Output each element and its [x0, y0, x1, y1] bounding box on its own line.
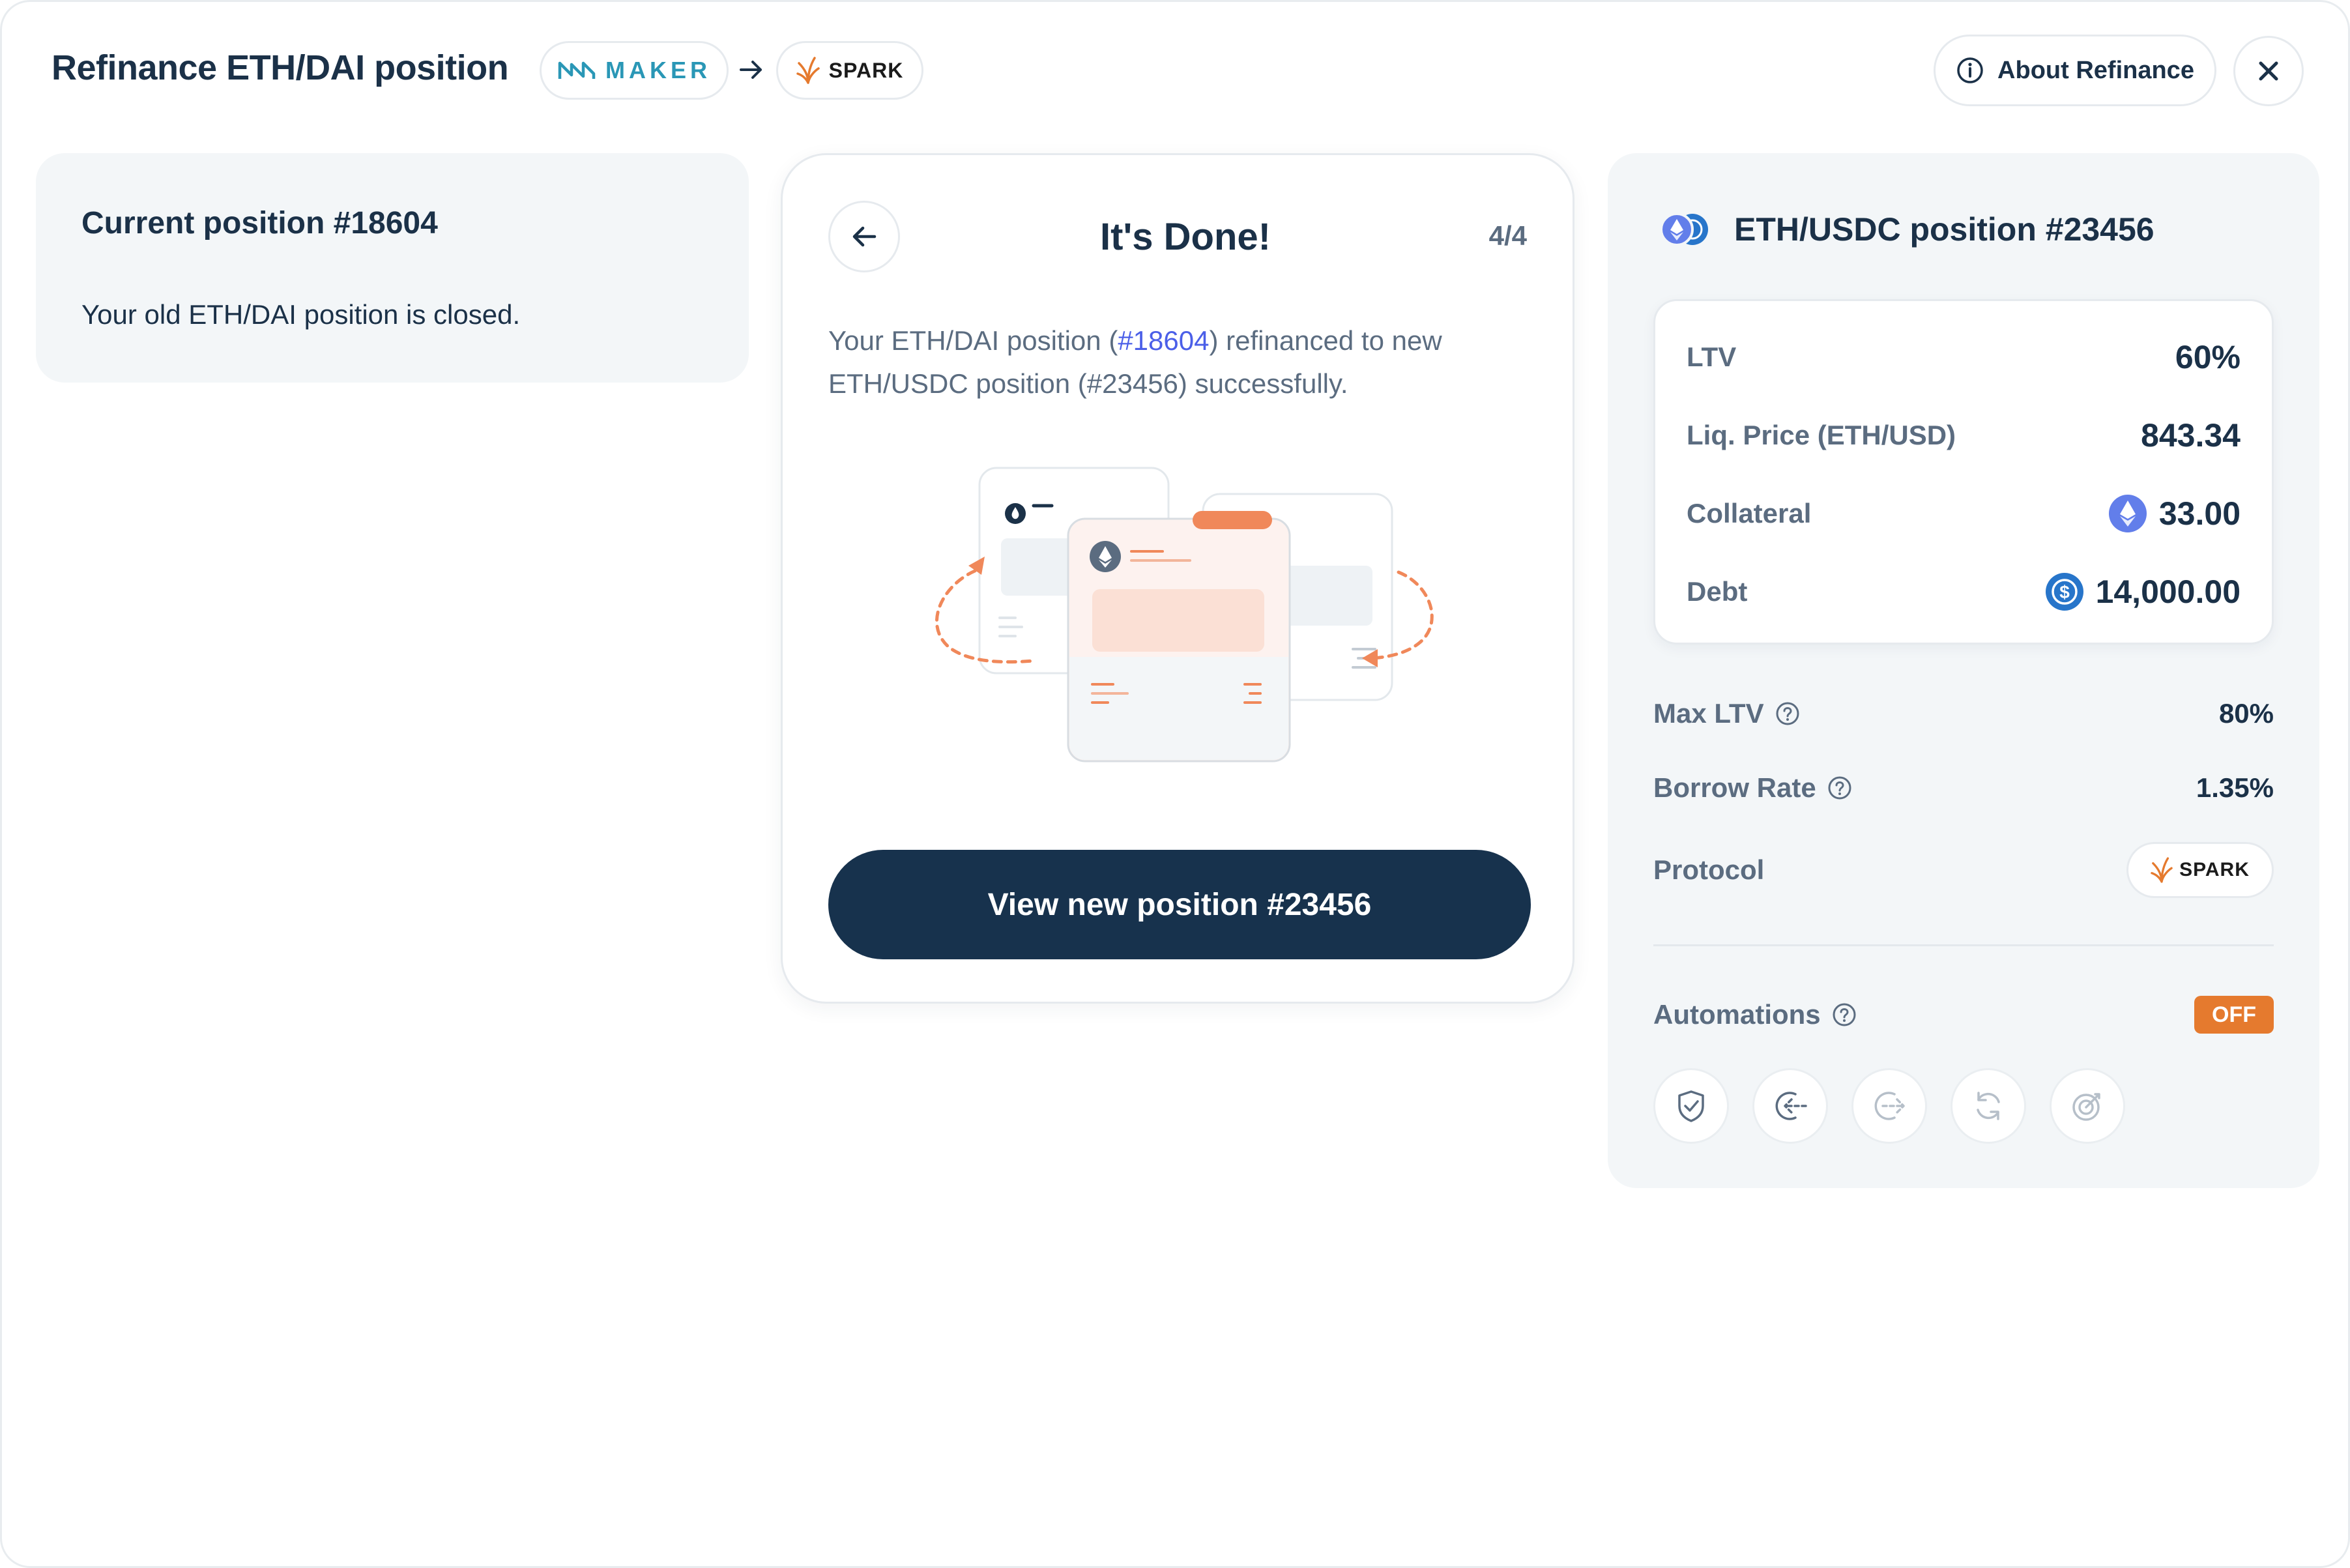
info-icon — [1957, 57, 1983, 83]
auto-sell-automation-button[interactable] — [1851, 1068, 1927, 1144]
stat-row-ltv: LTV 60% — [1687, 331, 2241, 383]
modal-header: Refinance ETH/DAI position MAKER SPARK A… — [2, 2, 2350, 139]
stop-loss-automation-button[interactable] — [1653, 1068, 1729, 1144]
automations-status-badge: OFF — [2194, 996, 2274, 1034]
debt-amount: 14,000.00 — [2095, 573, 2241, 610]
borrow-rate-row: Borrow Rate 1.35% — [1653, 762, 2274, 814]
stat-label: LTV — [1687, 341, 1737, 372]
svg-text:$: $ — [2059, 582, 2070, 602]
from-protocol-badge: MAKER — [540, 41, 729, 100]
automations-label-group: Automations — [1653, 999, 1857, 1030]
borrow-rate-label-group: Borrow Rate — [1653, 772, 1853, 804]
maker-logo-icon — [558, 61, 596, 79]
about-refinance-button[interactable]: About Refinance — [1934, 35, 2216, 106]
borrow-rate-label: Borrow Rate — [1653, 772, 1816, 803]
stat-row-collateral: Collateral 33.00 — [1687, 487, 2241, 540]
current-position-title: Current position #18604 — [81, 206, 438, 240]
arrow-out-circle-icon — [1874, 1092, 1905, 1120]
close-icon — [2259, 61, 2278, 81]
about-refinance-label: About Refinance — [1997, 56, 2194, 84]
spark-logo-icon — [2151, 857, 2173, 883]
refinance-modal: Refinance ETH/DAI position MAKER SPARK A… — [0, 0, 2350, 1568]
usdc-icon: $ — [2045, 573, 2083, 611]
max-ltv-label-group: Max LTV — [1653, 698, 1801, 729]
step-indicator: 4/4 — [1488, 220, 1527, 251]
collateral-amount: 33.00 — [2158, 495, 2241, 532]
spark-label: SPARK — [828, 58, 904, 82]
current-position-message: Your old ETH/DAI position is closed. — [81, 299, 521, 330]
stat-label: Debt — [1687, 576, 1748, 607]
help-icon[interactable] — [1827, 775, 1853, 801]
max-ltv-value: 80% — [2218, 698, 2274, 729]
automations-row: Automations OFF — [1653, 989, 2274, 1041]
new-position-panel: ETH/USDC position #23456 LTV 60% Liq. Pr… — [1608, 153, 2319, 1188]
take-profit-automation-button[interactable] — [2050, 1068, 2125, 1144]
protocol-value: SPARK — [2179, 859, 2250, 880]
stat-value: 843.34 — [2141, 417, 2241, 454]
view-new-position-button[interactable]: View new position #23456 — [828, 850, 1531, 959]
desc-text-before: Your ETH/DAI position ( — [828, 325, 1118, 356]
shield-check-icon — [1678, 1090, 1704, 1122]
arrow-right-icon — [740, 61, 762, 79]
stat-row-liq-price: Liq. Price (ETH/USD) 843.34 — [1687, 409, 2241, 461]
section-divider — [1653, 944, 2274, 946]
protocol-badge: SPARK — [2126, 842, 2274, 898]
stat-value: 60% — [2175, 339, 2241, 375]
stat-row-debt: Debt $ 14,000.00 — [1687, 566, 2241, 618]
protocol-row: Protocol SPARK — [1653, 842, 2274, 898]
refinance-illustration — [935, 467, 1434, 762]
stat-value-collateral: 33.00 — [2108, 494, 2241, 533]
automations-label: Automations — [1653, 999, 1821, 1030]
new-position-title: ETH/USDC position #23456 — [1734, 211, 2154, 248]
current-position-panel: Current position #18604 Your old ETH/DAI… — [36, 153, 749, 383]
help-icon[interactable] — [1831, 1002, 1857, 1028]
stat-label: Collateral — [1687, 498, 1812, 529]
maker-label: MAKER — [605, 57, 711, 83]
stat-label: Liq. Price (ETH/USD) — [1687, 420, 1956, 450]
borrow-rate-value: 1.35% — [2196, 772, 2274, 803]
target-icon — [2072, 1093, 2100, 1121]
old-position-link[interactable]: #18604 — [1118, 325, 1209, 356]
close-button[interactable] — [2233, 36, 2304, 106]
spark-logo-icon — [796, 57, 820, 84]
stat-value-debt: $ 14,000.00 — [2045, 572, 2241, 611]
eth-icon — [2108, 495, 2147, 532]
done-description: Your ETH/DAI position (#18604) refinance… — [828, 319, 1532, 405]
automation-icons — [1653, 1068, 2125, 1144]
arrow-in-circle-icon — [1775, 1092, 1807, 1120]
refresh-icon — [1977, 1092, 2000, 1120]
page-title: Refinance ETH/DAI position — [51, 48, 509, 87]
auto-buy-automation-button[interactable] — [1752, 1068, 1828, 1144]
refinance-automation-button[interactable] — [1951, 1068, 2026, 1144]
help-icon[interactable] — [1775, 701, 1801, 727]
eth-usdc-pair-icon — [1660, 212, 1708, 246]
to-protocol-badge: SPARK — [776, 41, 923, 100]
protocol-label: Protocol — [1653, 854, 1765, 885]
max-ltv-row: Max LTV 80% — [1653, 688, 2274, 740]
new-position-header: ETH/USDC position #23456 — [1659, 211, 2154, 248]
max-ltv-label: Max LTV — [1653, 698, 1764, 729]
position-stats-card: LTV 60% Liq. Price (ETH/USD) 843.34 Coll… — [1653, 299, 2274, 645]
done-title: It's Done! — [1100, 216, 1271, 258]
done-card: It's Done! 4/4 Your ETH/DAI position (#1… — [781, 153, 1574, 1004]
